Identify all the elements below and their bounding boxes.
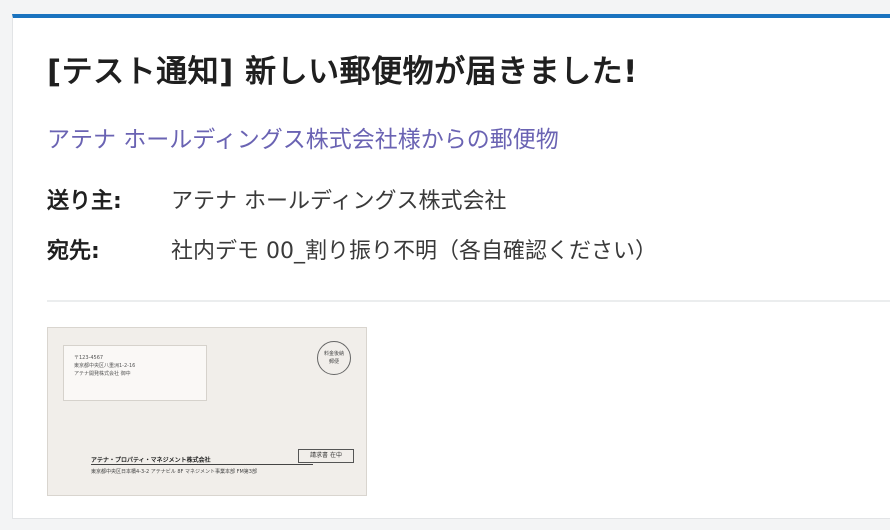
envelope-postal-code: 〒123-4567 [74, 355, 104, 361]
stamp-line1: 料金後納 [323, 351, 344, 357]
document-type-box: 請求書 在中 [298, 449, 354, 463]
stamp-line2: 郵便 [328, 359, 339, 365]
notification-subtitle: アテナ ホールディングス株式会社様からの郵便物 [47, 127, 559, 153]
sender-label: 送り主: [47, 189, 122, 214]
envelope-recipient-company: アテナ開発株式会社 御中 [74, 371, 131, 377]
envelope-sender-address: 東京都中央区日本橋4-3-2 アテナビル 8F マネジメント事業本部 FM第3部 [91, 469, 257, 475]
envelope-sender-company: アテナ・プロパティ・マネジメント株式会社 [91, 457, 211, 464]
divider [47, 300, 890, 302]
envelope-address-window: 〒123-4567 東京都中央区八重洲1-2-16 アテナ開発株式会社 御中 [63, 345, 207, 401]
notification-title: [テスト通知] 新しい郵便物が届きました! [47, 54, 638, 90]
envelope-recipient-address: 東京都中央区八重洲1-2-16 [74, 363, 136, 369]
sender-value: アテナ ホールディングス株式会社 [171, 189, 507, 214]
notification-card: [テスト通知] 新しい郵便物が届きました! アテナ ホールディングス株式会社様か… [12, 14, 890, 519]
recipient-label: 宛先: [47, 239, 100, 264]
envelope-sender-rule [91, 464, 313, 465]
envelope-thumbnail[interactable]: 〒123-4567 東京都中央区八重洲1-2-16 アテナ開発株式会社 御中 料… [47, 327, 367, 496]
postage-stamp: 料金後納 郵便 [317, 341, 351, 375]
recipient-value: 社内デモ 00_割り振り不明（各自確認ください） [171, 239, 657, 264]
